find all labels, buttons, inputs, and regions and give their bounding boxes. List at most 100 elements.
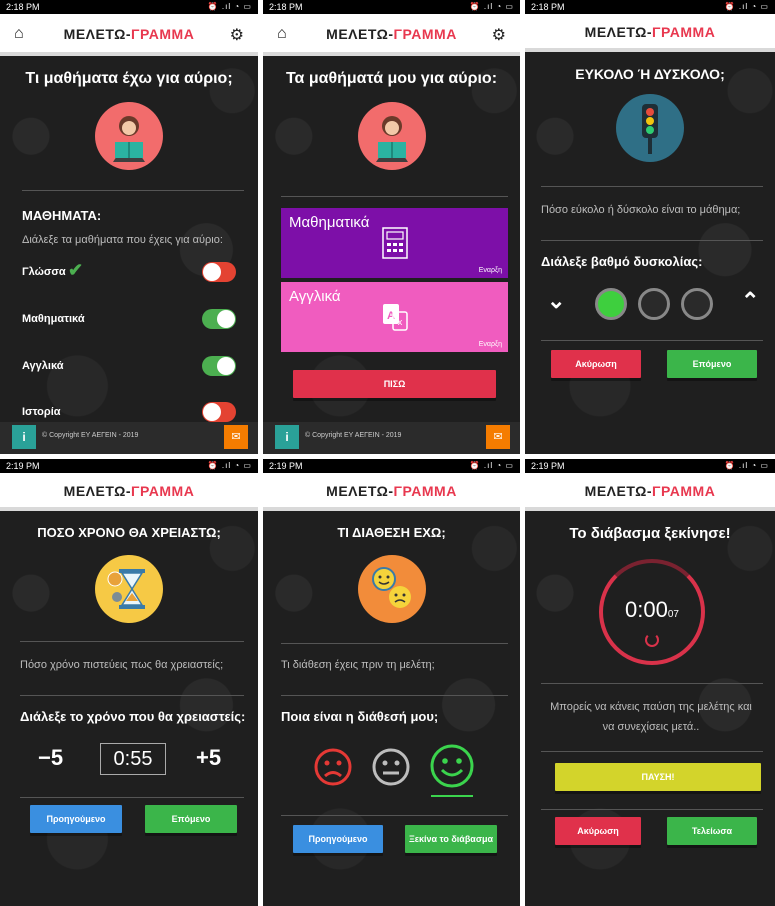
timer-display: 0:0007 <box>599 597 705 623</box>
subject-card-math[interactable]: Μαθηματικά Εναρξη <box>281 208 508 278</box>
subject-toggle[interactable] <box>202 356 236 376</box>
timer-seconds: 07 <box>667 609 679 620</box>
status-time: 2:19 PM <box>6 461 40 471</box>
calculator-icon <box>381 227 408 259</box>
next-button[interactable]: Επόμενο <box>145 805 237 833</box>
main-content: ΤΙ ΔΙΑΘΕΣΗ ΕΧΩ; Τι διάθεση έχεις πριν τη… <box>263 515 520 906</box>
app-title: ΜΕΛΕΤΩ-ΓΡΑΜΜΑ <box>0 483 258 499</box>
subject-toggle[interactable] <box>202 402 236 422</box>
divider <box>281 196 508 197</box>
divider <box>541 751 763 752</box>
app-bar: ΜΕΛΕΤΩ-ΓΡΑΜΜΑ <box>263 473 520 511</box>
system-icons: ⏰ .ıl ◔ ▭ <box>724 461 769 470</box>
mail-icon[interactable]: ✉ <box>486 425 510 449</box>
main-content: Τα μαθήματά μου για αύριο: Μαθηματικά Εν… <box>263 60 520 454</box>
hourglass-icon <box>95 555 163 623</box>
settings-gear-icon[interactable]: ⚙ <box>492 25 506 45</box>
question-text: Πόσο εύκολο ή δύσκολο είναι το μάθημα; <box>541 204 741 216</box>
main-content: Το διάβασμα ξεκίνησε! 0:0007 Μπορείς να … <box>525 515 775 906</box>
divider <box>281 695 508 696</box>
app-bar: ΜΕΛΕΤΩ-ΓΡΑΜΜΑ <box>525 14 775 52</box>
mood-selection-indicator <box>431 795 473 797</box>
subject-card-english[interactable]: Αγγλικά A x Εναρξη <box>281 282 508 352</box>
status-time: 2:18 PM <box>531 2 565 12</box>
difficulty-dot[interactable] <box>595 288 627 320</box>
student-reading-icon <box>95 102 163 170</box>
divider <box>541 186 763 187</box>
subject-toggle[interactable] <box>202 262 236 282</box>
cancel-button[interactable]: Ακύρωση <box>551 350 641 378</box>
divider <box>20 641 244 642</box>
time-value: 0:55 <box>100 743 166 775</box>
mood-faces-icon <box>357 555 426 623</box>
brand-part2: ΓΡΑΜΜΑ <box>393 26 457 42</box>
divider <box>20 797 244 798</box>
info-text: Μπορείς να κάνεις παύση της μελέτης και … <box>531 697 771 737</box>
status-time: 2:18 PM <box>269 2 303 12</box>
toggle-knob <box>203 403 221 421</box>
minus-five-button[interactable]: −5 <box>38 745 63 771</box>
main-content: ΠΟΣΟ ΧΡΟΝΟ ΘΑ ΧΡΕΙΑΣΤΩ; Πόσο χρόνο πιστε… <box>0 515 258 906</box>
toggle-knob <box>217 357 235 375</box>
start-studying-button[interactable]: Ξεκίνα το διάβασμα <box>405 825 497 853</box>
difficulty-dot[interactable] <box>638 288 670 320</box>
brand-part2: ΓΡΑΜΜΑ <box>393 483 457 499</box>
brand-part1: ΜΕΛΕΤΩ- <box>326 483 394 499</box>
divider <box>20 695 244 696</box>
footer-bar: i © Copyright ΕΥ ΑΕΓΕΙΝ - 2019 ✉ <box>0 422 258 454</box>
info-line: να συνεχίσεις μετά.. <box>602 721 700 733</box>
brand-part1: ΜΕΛΕΤΩ- <box>584 483 653 499</box>
toggle-knob <box>217 310 235 328</box>
card-title: Αγγλικά <box>289 288 341 305</box>
pause-button[interactable]: ΠΑΥΣΗ! <box>555 763 761 791</box>
difficulty-dot[interactable] <box>681 288 713 320</box>
brand-part1: ΜΕΛΕΤΩ- <box>584 24 653 40</box>
app-bar: ΜΕΛΕΤΩ-ΓΡΑΜΜΑ <box>0 473 258 511</box>
previous-button[interactable]: Προηγούμενο <box>293 825 383 853</box>
question-text: Πόσο χρόνο πιστεύεις πως θα χρειαστείς; <box>20 659 224 671</box>
previous-button[interactable]: Προηγούμενο <box>30 805 122 833</box>
copyright-text: © Copyright ΕΥ ΑΕΓΕΙΝ - 2019 <box>42 432 139 439</box>
happy-face-icon[interactable] <box>429 743 475 789</box>
screen-difficulty: 2:18 PM ⏰ .ıl ◔ ▭ ΜΕΛΕΤΩ-ΓΡΑΜΜΑ ΕΥΚΟΛΟ Ή… <box>525 0 775 454</box>
back-button[interactable]: ΠΙΣΩ <box>293 370 496 398</box>
card-status: Εναρξη <box>478 267 502 274</box>
plus-five-button[interactable]: +5 <box>196 745 221 771</box>
main-content: Τι μαθήματα έχω για αύριο; ΜΑΘΗΜΑΤΑ: Διά… <box>0 60 258 454</box>
refresh-icon <box>645 633 659 647</box>
brand-part1: ΜΕΛΕΤΩ- <box>63 26 132 42</box>
info-icon[interactable]: i <box>275 425 299 449</box>
mail-icon[interactable]: ✉ <box>224 425 248 449</box>
system-icons: ⏰ .ıl ◔ ▭ <box>207 461 252 470</box>
cancel-button[interactable]: Ακύρωση <box>555 817 641 845</box>
neutral-face-icon[interactable] <box>371 747 411 787</box>
prompt-text: Διάλεξε το χρόνο που θα χρειαστείς: <box>20 709 246 724</box>
subject-toggle[interactable] <box>202 309 236 329</box>
settings-gear-icon[interactable]: ⚙ <box>230 25 244 45</box>
svg-text:x: x <box>397 317 402 327</box>
sad-face-icon[interactable] <box>313 747 353 787</box>
page-title: ΤΙ ΔΙΑΘΕΣΗ ΕΧΩ; <box>337 525 446 540</box>
info-icon[interactable]: i <box>12 425 36 449</box>
page-title: ΕΥΚΟΛΟ Ή ΔΥΣΚΟΛΟ; <box>575 66 725 82</box>
done-button[interactable]: Τελείωσα <box>667 817 757 845</box>
next-button[interactable]: Επόμενο <box>667 350 757 378</box>
brand-part2: ΓΡΑΜΜΑ <box>652 483 716 499</box>
app-bar: ΜΕΛΕΤΩ-ΓΡΑΜΜΑ <box>525 473 775 511</box>
status-time: 2:19 PM <box>269 461 303 471</box>
subject-label: Γλώσσα <box>22 266 66 278</box>
section-subtitle: Διάλεξε τα μαθήματα που έχεις για αύριο: <box>22 234 223 246</box>
screen-subject-selection: 2:18 PM ⏰ .ıl ◔ ▭ ⌂ ΜΕΛΕΤΩ-ΓΡΑΜΜΑ ⚙ Τι μ… <box>0 0 258 454</box>
subject-label: Ιστορία <box>22 406 61 418</box>
screen-time-estimate: 2:19 PM ⏰ .ıl ◔ ▭ ΜΕΛΕΤΩ-ΓΡΑΜΜΑ ΠΟΣΟ ΧΡΟ… <box>0 459 258 906</box>
app-title: ΜΕΛΕΤΩ-ΓΡΑΜΜΑ <box>525 24 775 40</box>
screen-study-timer: 2:19 PM ⏰ .ıl ◔ ▭ ΜΕΛΕΤΩ-ΓΡΑΜΜΑ Το διάβα… <box>525 459 775 906</box>
section-heading: ΜΑΘΗΜΑΤΑ: <box>22 208 102 223</box>
app-title: ΜΕΛΕΤΩ-ΓΡΑΜΜΑ <box>263 26 520 42</box>
divider <box>22 190 244 191</box>
chevron-up-icon[interactable]: ⌃ <box>741 288 759 314</box>
status-bar: 2:19 PM ⏰ .ıl ◔ ▭ <box>263 459 520 473</box>
page-title: Τα μαθήματά μου για αύριο: <box>285 70 498 87</box>
chevron-down-icon[interactable]: ⌄ <box>547 288 565 314</box>
system-icons: ⏰ .ıl ◔ ▭ <box>724 2 769 11</box>
